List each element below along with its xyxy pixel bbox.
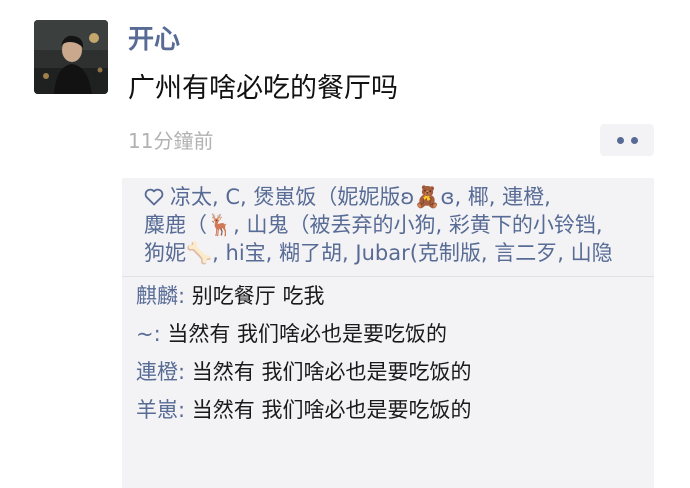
comment-author[interactable]: ~ [136, 322, 154, 346]
like-name[interactable]: 凉太 [170, 185, 212, 209]
timestamp: 11分鐘前 [128, 129, 214, 153]
like-name[interactable]: 山隐 [571, 241, 613, 265]
comment-item[interactable]: 連橙: 当然有 我们啥必也是要吃饭的 [136, 358, 642, 386]
like-name[interactable]: Jubar(克制版 [355, 241, 481, 265]
comment-item[interactable]: ~: 当然有 我们啥必也是要吃饭的 [136, 320, 642, 348]
like-name[interactable]: hi宝 [226, 241, 266, 265]
comment-author[interactable]: 羊崽 [136, 398, 178, 422]
comments-list: 麒麟: 别吃餐厅 吃我 ~: 当然有 我们啥必也是要吃饭的 連橙: 当然有 我们… [122, 277, 654, 424]
interaction-panel: 凉太, C, 煲崽饭（妮妮版ʚ🧸ɞ, 椰, 連橙, 麋鹿（🦌, 山鬼（被丢弃的小… [122, 178, 654, 488]
more-dot-icon [630, 136, 638, 144]
like-name[interactable]: 狗妮🦴 [144, 241, 212, 265]
comment-author[interactable]: 連橙 [136, 360, 178, 384]
likes-list: 凉太, C, 煲崽饭（妮妮版ʚ🧸ɞ, 椰, 連橙, 麋鹿（🦌, 山鬼（被丢弃的小… [122, 178, 654, 277]
comment-author[interactable]: 麒麟 [136, 284, 178, 308]
moment-post: 开心 广州有啥必吃的餐厅吗 11分鐘前 凉太, C, 煲崽饭（妮妮版ʚ🧸ɞ, 椰… [0, 0, 690, 488]
like-name[interactable]: 糊了胡 [279, 241, 342, 265]
avatar-photo [34, 20, 108, 94]
comment-text: 当然有 我们啥必也是要吃饭的 [167, 322, 448, 346]
comment-text: 当然有 我们啥必也是要吃饭的 [191, 360, 472, 384]
like-name[interactable]: 言二歹 [494, 241, 557, 265]
more-dot-icon [616, 136, 624, 144]
like-name[interactable]: C [225, 185, 240, 209]
like-name[interactable]: 椰 [468, 185, 489, 209]
comment-item[interactable]: 麒麟: 别吃餐厅 吃我 [136, 282, 642, 310]
like-name[interactable]: 連橙 [502, 185, 544, 209]
like-name[interactable]: 麋鹿（🦌 [144, 213, 233, 237]
comment-item[interactable]: 羊崽: 当然有 我们啥必也是要吃饭的 [136, 396, 642, 424]
like-name[interactable]: 煲崽饭（妮妮版ʚ🧸ɞ [253, 185, 454, 209]
comment-text: 别吃餐厅 吃我 [191, 284, 325, 308]
post-text: 广州有啥必吃的餐厅吗 [128, 73, 398, 104]
avatar[interactable] [34, 20, 108, 94]
comment-text: 当然有 我们啥必也是要吃饭的 [191, 398, 472, 422]
heart-outline-icon [144, 185, 164, 209]
like-name[interactable]: 山鬼（被丢弃的小狗 [247, 213, 436, 237]
more-actions-button[interactable] [600, 124, 654, 156]
like-name[interactable]: 彩黄下的小铃铛 [449, 213, 596, 237]
username[interactable]: 开心 [128, 24, 180, 56]
